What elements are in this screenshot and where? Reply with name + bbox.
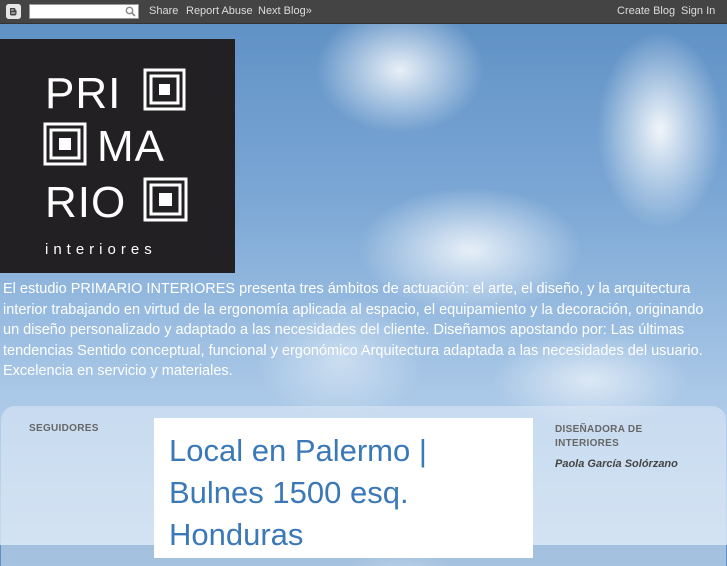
- logo-text-ma: MA: [97, 122, 165, 171]
- logo-text-rio: RIO: [45, 178, 126, 227]
- logo-text-interiores: interiores: [45, 241, 157, 258]
- logo-square-3: [143, 177, 188, 222]
- post-title[interactable]: Local en Palermo | Bulnes 1500 esq. Hond…: [169, 430, 519, 556]
- navbar: Share Report Abuse Next Blog» Create Blo…: [0, 0, 727, 24]
- logo-square-1: [143, 68, 186, 111]
- logo-text-pri: PRI: [45, 69, 121, 118]
- blog-description: El estudio PRIMARIO INTERIORES presenta …: [3, 281, 704, 379]
- sign-in-link[interactable]: Sign In: [681, 5, 715, 17]
- designer-title: DISEÑADORA DE INTERIORES: [555, 424, 643, 449]
- next-blog-link[interactable]: Next Blog»: [258, 5, 312, 17]
- search-icon[interactable]: [125, 6, 136, 17]
- post-card: Local en Palermo | Bulnes 1500 esq. Hond…: [154, 418, 533, 558]
- designer-name[interactable]: Paola García Solórzano: [555, 458, 678, 470]
- search-input[interactable]: [29, 4, 139, 19]
- create-blog-link[interactable]: Create Blog: [617, 5, 675, 17]
- logo-square-2: [43, 122, 87, 166]
- report-abuse-link[interactable]: Report Abuse: [186, 5, 253, 17]
- header-logo[interactable]: PRI MA RIO interiores: [0, 39, 235, 273]
- share-link[interactable]: Share: [149, 5, 178, 17]
- followers-title: SEGUIDORES: [29, 423, 99, 434]
- blogger-icon[interactable]: [6, 4, 21, 19]
